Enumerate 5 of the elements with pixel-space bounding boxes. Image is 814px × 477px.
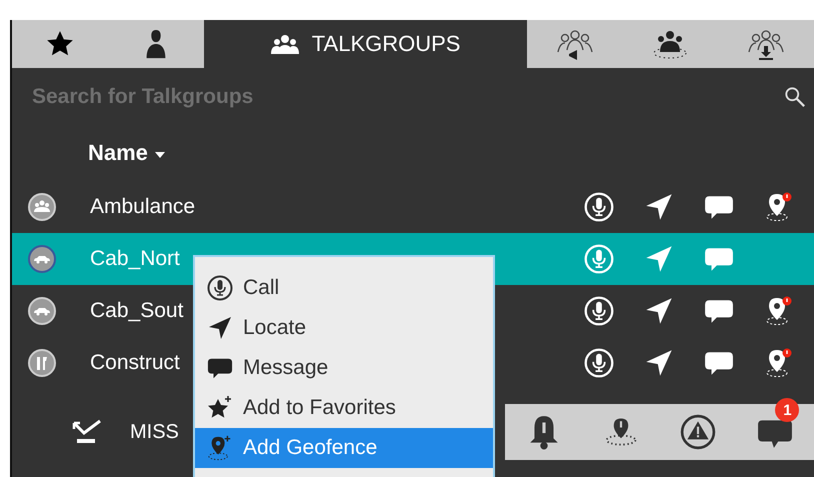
- talkgroup-name: Construct: [90, 351, 180, 375]
- talkgroup-name: Cab_Nort: [90, 247, 180, 271]
- notification-badge: 1: [775, 398, 800, 422]
- talkgroup-name: Cab_Sout: [90, 299, 184, 323]
- talkgroup-name: Ambulance: [90, 195, 196, 219]
